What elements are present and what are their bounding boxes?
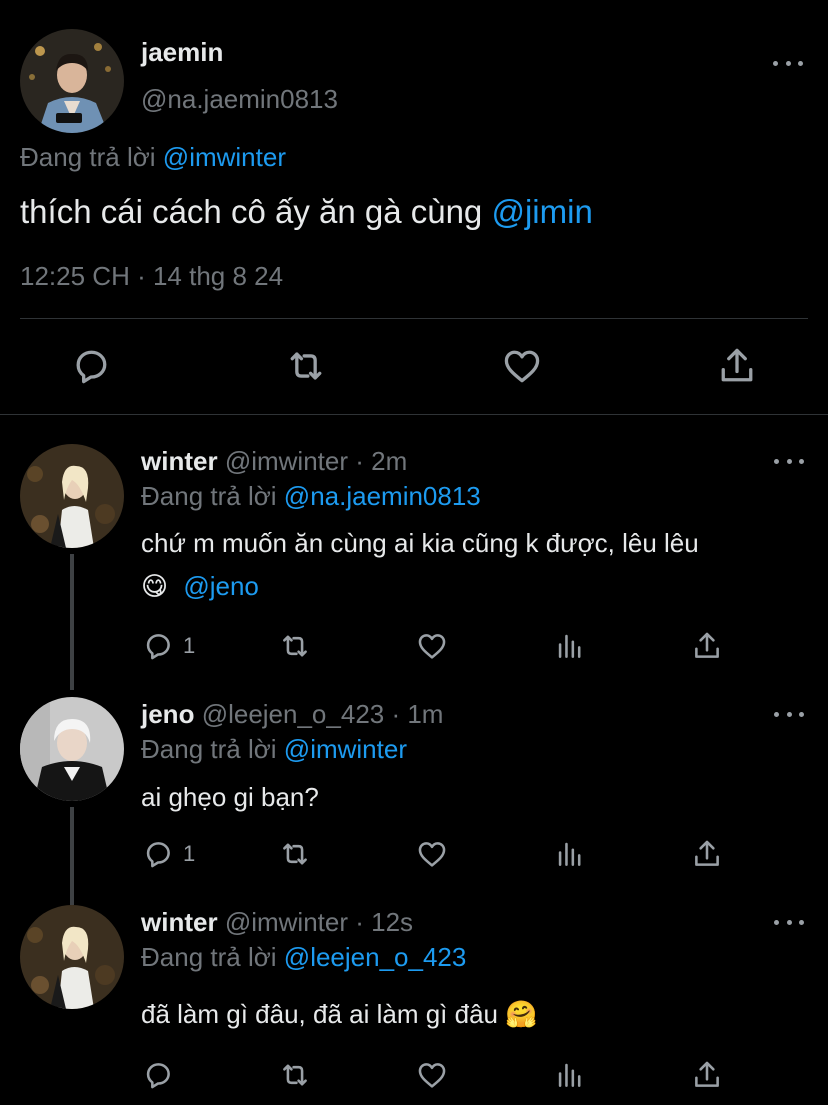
reply-button[interactable]: 1 [141, 628, 195, 664]
retweet-button[interactable] [278, 628, 312, 664]
views-button[interactable] [553, 836, 587, 872]
author-handle[interactable]: @na.jaemin0813 [141, 84, 338, 115]
retweet-icon [283, 1064, 307, 1086]
reply-icon [146, 842, 170, 868]
replying-to: Đang trả lời @leejen_o_423 [141, 942, 466, 973]
views-button[interactable] [553, 1057, 587, 1093]
reply-icon [146, 1063, 170, 1089]
replying-to-link[interactable]: @leejen_o_423 [284, 942, 467, 972]
replying-to: Đang trả lời @imwinter [20, 142, 286, 173]
avatar-jaemin[interactable] [20, 29, 124, 133]
tweet-body: thích cái cách cô ấy ăn gà cùng [20, 193, 483, 230]
emoji: 🤗 [505, 999, 538, 1029]
replying-to-link[interactable]: @imwinter [163, 142, 286, 172]
share-icon [695, 840, 719, 866]
reply-text: ai ghẹo gi bạn? [141, 782, 319, 812]
like-button[interactable] [415, 628, 449, 664]
more-icon[interactable] [773, 58, 803, 68]
avatar-winter[interactable] [20, 905, 124, 1009]
reply-author-handle[interactable]: @leejen_o_423 [202, 699, 385, 729]
like-icon [418, 634, 446, 659]
reply-1[interactable]: winter @imwinter · 2m Đang trả lời @na.j… [0, 444, 828, 690]
avatar-winter[interactable] [20, 444, 124, 548]
reply-2[interactable]: jeno @leejen_o_423 · 1m Đang trả lời @im… [0, 697, 828, 905]
tweet-actions [0, 338, 828, 398]
more-icon[interactable] [774, 917, 804, 927]
mention-link[interactable]: @jimin [491, 193, 592, 230]
replying-prefix: Đang trả lời [20, 142, 156, 172]
replying-prefix: Đang trả lời [141, 942, 277, 972]
share-icon [695, 632, 719, 658]
reply-time[interactable]: · 1m [391, 699, 443, 729]
share-icon [695, 1061, 719, 1087]
views-icon [558, 1063, 581, 1087]
reply-button[interactable] [141, 1057, 183, 1093]
reply-author-name[interactable]: jeno [141, 699, 194, 729]
thread-line [70, 807, 74, 905]
retweet-icon [283, 843, 307, 865]
like-icon [418, 1063, 446, 1088]
retweet-button[interactable] [278, 836, 312, 872]
replying-prefix: Đang trả lời [141, 481, 277, 511]
views-icon [558, 842, 581, 866]
share-button[interactable] [690, 1057, 724, 1093]
replying-to: Đang trả lời @na.jaemin0813 [141, 481, 481, 512]
like-icon [418, 842, 446, 867]
reply-icon[interactable] [69, 344, 113, 388]
avatar-jeno[interactable] [20, 697, 124, 801]
more-icon[interactable] [774, 456, 804, 466]
retweet-icon [283, 635, 307, 657]
emoji: 😋 [141, 571, 169, 601]
reply-count: 1 [183, 841, 196, 866]
replying-prefix: Đang trả lời [141, 734, 277, 764]
like-icon[interactable] [500, 344, 544, 388]
reply-header: winter @imwinter · 12s [141, 907, 413, 938]
divider [20, 318, 808, 319]
reply-header: jeno @leejen_o_423 · 1m [141, 699, 443, 730]
reply-time[interactable]: · 2m [355, 446, 407, 476]
reply-actions: 1 [141, 836, 741, 876]
share-icon[interactable] [715, 344, 759, 388]
replying-to-link[interactable]: @na.jaemin0813 [284, 481, 481, 511]
reply-author-name[interactable]: winter [141, 907, 218, 937]
reply-count: 1 [183, 633, 196, 658]
author-name[interactable]: jaemin [141, 37, 223, 68]
reply-author-handle[interactable]: @imwinter [225, 446, 348, 476]
share-button[interactable] [690, 836, 724, 872]
reply-text: đã làm gì đâu, đã ai làm gì đâu [141, 999, 499, 1029]
mention-link[interactable]: @jeno [183, 571, 259, 601]
tweet-text: thích cái cách cô ấy ăn gà cùng @jimin [20, 193, 593, 231]
tweet-timestamp[interactable]: 12:25 CH · 14 thg 8 24 [20, 261, 283, 292]
retweet-button[interactable] [278, 1057, 312, 1093]
retweet-icon[interactable] [284, 344, 328, 388]
reply-time[interactable]: · 12s [355, 907, 413, 937]
reply-header: winter @imwinter · 2m [141, 446, 407, 477]
replying-to: Đang trả lời @imwinter [141, 734, 407, 765]
main-tweet: jaemin @na.jaemin0813 Đang trả lời @imwi… [0, 0, 828, 414]
reply-actions [141, 1057, 741, 1097]
section-divider [0, 414, 828, 415]
reply-text: chứ m muốn ăn cùng ai kia cũng k được, l… [141, 528, 699, 558]
reply-button[interactable]: 1 [141, 836, 195, 872]
reply-author-handle[interactable]: @imwinter [225, 907, 348, 937]
reply-actions: 1 [141, 628, 741, 668]
reply-3[interactable]: winter @imwinter · 12s Đang trả lời @lee… [0, 905, 828, 1105]
share-button[interactable] [690, 628, 724, 664]
like-button[interactable] [415, 1057, 449, 1093]
replying-to-link[interactable]: @imwinter [284, 734, 407, 764]
views-icon [558, 634, 581, 658]
reply-text-line2: 😋 @jeno [141, 571, 259, 602]
like-button[interactable] [415, 836, 449, 872]
reply-icon [146, 634, 170, 660]
thread-line [70, 554, 74, 690]
more-icon[interactable] [774, 709, 804, 719]
reply-author-name[interactable]: winter [141, 446, 218, 476]
reply-text-row: đã làm gì đâu, đã ai làm gì đâu 🤗 [141, 999, 538, 1030]
views-button[interactable] [553, 628, 587, 664]
